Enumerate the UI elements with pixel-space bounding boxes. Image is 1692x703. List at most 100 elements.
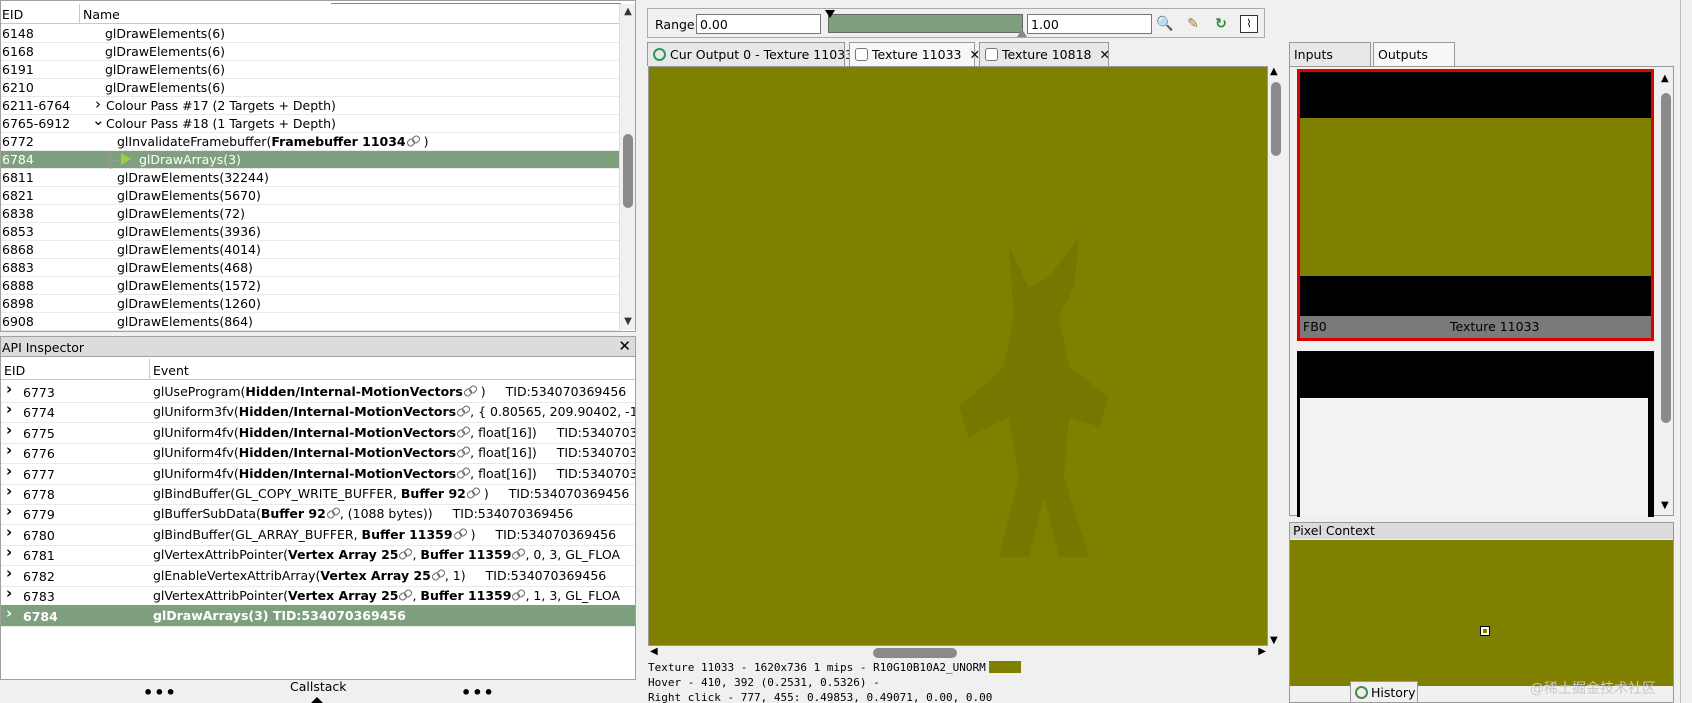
column-header-name[interactable]: Name — [83, 7, 120, 22]
event-row[interactable]: 6821 glDrawElements(5670) — [1, 187, 621, 205]
tab-outputs[interactable]: Outputs — [1373, 42, 1455, 66]
link-icon[interactable] — [456, 467, 470, 479]
pixel-context-view[interactable] — [1290, 540, 1673, 686]
resource-link[interactable]: Vertex Array 25 — [320, 568, 430, 583]
link-icon[interactable] — [456, 446, 470, 458]
texture-hscrollbar[interactable]: ◀ ▶ — [648, 646, 1268, 660]
link-icon[interactable] — [453, 528, 467, 540]
chevron-right-icon[interactable]: › — [6, 544, 12, 561]
event-row[interactable]: 6908 glDrawElements(864) — [1, 313, 621, 331]
event-row[interactable]: 6772 glInvalidateFramebuffer(Framebuffer … — [1, 133, 621, 151]
resource-link[interactable]: Buffer 11359 — [420, 588, 511, 603]
event-row[interactable]: 6868 glDrawElements(4014) — [1, 241, 621, 259]
api-call-row[interactable]: › 6781 glVertexAttribPointer(Vertex Array … — [1, 544, 635, 567]
event-row[interactable]: 6784 glDrawArrays(3) — [1, 151, 621, 169]
api-call-row[interactable]: › 6774 glUniform3fv(Hidden/Internal-Motion… — [1, 401, 635, 424]
link-icon[interactable] — [406, 135, 420, 147]
scrollbar-thumb[interactable] — [1271, 82, 1281, 156]
range-histogram-slider[interactable] — [825, 10, 1027, 37]
api-call-row[interactable]: › 6773 glUseProgram(Hidden/Internal-Motion… — [1, 381, 635, 403]
resource-link[interactable]: Hidden/Internal-MotionVectors — [239, 466, 456, 481]
link-icon[interactable] — [326, 507, 340, 519]
scroll-down-icon[interactable]: ▼ — [622, 316, 634, 328]
event-row[interactable]: 6765-6912 ⌄ Colour Pass #18 (1 Targets + D… — [1, 111, 621, 133]
scroll-up-icon[interactable]: ▲ — [622, 6, 634, 18]
column-separator[interactable] — [79, 4, 80, 24]
histogram-icon[interactable]: ⌇ — [1240, 15, 1258, 33]
scroll-down-icon[interactable]: ▼ — [1661, 500, 1669, 511]
link-icon[interactable] — [398, 548, 412, 560]
event-row[interactable]: 6148 glDrawElements(6) — [1, 25, 621, 43]
resource-link[interactable]: Buffer 92 — [401, 486, 466, 501]
chevron-right-icon[interactable]: › — [6, 401, 12, 418]
chevron-right-icon[interactable]: › — [6, 524, 12, 541]
link-icon[interactable] — [456, 405, 470, 417]
wand-icon[interactable]: ✎ — [1184, 15, 1202, 33]
history-button[interactable]: History — [1350, 681, 1418, 703]
scroll-down-icon[interactable]: ▼ — [1270, 635, 1278, 646]
event-row[interactable]: 6883 glDrawElements(468) — [1, 259, 621, 277]
chevron-right-icon[interactable]: › — [6, 422, 12, 439]
chevron-right-icon[interactable]: › — [6, 605, 12, 622]
scroll-left-icon[interactable]: ◀ — [650, 646, 658, 657]
resource-link[interactable]: Hidden/Internal-MotionVectors — [239, 425, 456, 440]
link-icon[interactable] — [398, 589, 412, 601]
range-max-input[interactable] — [1027, 14, 1152, 34]
resource-link[interactable]: Hidden/Internal-MotionVectors — [239, 404, 456, 419]
event-row[interactable]: 6888 glDrawElements(1572) — [1, 277, 621, 295]
chevron-right-icon[interactable]: › — [6, 381, 12, 398]
column-header-event[interactable]: Event — [153, 363, 189, 378]
range-min-input[interactable] — [696, 14, 821, 34]
tab-cur-output[interactable]: Cur Output 0 - Texture 11033 — [647, 42, 853, 66]
tab-texture-10818[interactable]: Texture 10818 ✕ — [979, 42, 1110, 66]
column-header-eid[interactable]: EID — [2, 7, 23, 22]
chevron-right-icon[interactable]: › — [6, 442, 12, 459]
splitter-handle-left[interactable]: ••• — [143, 683, 177, 702]
callstack-expand-icon[interactable] — [311, 697, 323, 703]
resource-link[interactable]: Vertex Array 25 — [288, 588, 398, 603]
texture-vscrollbar[interactable]: ▲ ▼ — [1268, 66, 1284, 646]
resource-link[interactable]: Buffer 11359 — [420, 547, 511, 562]
resource-link[interactable]: Hidden/Internal-MotionVectors — [245, 384, 462, 399]
event-row[interactable]: 6898 glDrawElements(1260) — [1, 295, 621, 313]
scrollbar-thumb[interactable] — [1661, 93, 1671, 423]
event-row[interactable]: 6168 glDrawElements(6) — [1, 43, 621, 61]
api-call-row[interactable]: › 6779 glBufferSubData(Buffer 92 , (1088 by… — [1, 503, 635, 526]
scroll-up-icon[interactable]: ▲ — [1270, 66, 1278, 77]
api-call-row[interactable]: › 6783 glVertexAttribPointer(Vertex Array … — [1, 585, 635, 607]
tab-inputs[interactable]: Inputs — [1289, 42, 1371, 66]
api-call-row[interactable]: › 6777 glUniform4fv(Hidden/Internal-Motion… — [1, 463, 635, 485]
texture-canvas[interactable] — [648, 66, 1268, 646]
io-scrollbar[interactable]: ▲ ▼ — [1659, 71, 1673, 511]
link-icon[interactable] — [466, 487, 480, 499]
scrollbar-thumb[interactable] — [873, 648, 957, 658]
api-call-row[interactable]: › 6784 glDrawArrays(3) TID:534070369456 — [1, 605, 635, 628]
chevron-right-icon[interactable]: › — [6, 585, 12, 602]
link-icon[interactable] — [456, 426, 470, 438]
zoom-icon[interactable]: 🔍 — [1156, 15, 1174, 33]
event-row[interactable]: 6853 glDrawElements(3936) — [1, 223, 621, 241]
tab-texture-11033[interactable]: Texture 11033 ✕ — [849, 42, 980, 66]
event-browser-scrollbar[interactable]: ▲ ▼ — [619, 4, 635, 330]
scroll-right-icon[interactable]: ▶ — [1258, 646, 1266, 657]
reset-range-icon[interactable]: ↻ — [1212, 15, 1230, 33]
chevron-right-icon[interactable]: › — [6, 483, 12, 500]
output-thumbnail-fb0[interactable]: FB0 Texture 11033 — [1297, 69, 1654, 341]
range-min-marker[interactable] — [825, 10, 835, 18]
link-icon[interactable] — [511, 548, 525, 560]
chevron-down-icon[interactable]: ⌄ — [92, 111, 105, 129]
range-max-marker[interactable] — [1017, 29, 1027, 37]
resource-link[interactable]: Hidden/Internal-MotionVectors — [239, 445, 456, 460]
close-tab-icon[interactable]: ✕ — [1100, 47, 1110, 62]
api-call-row[interactable]: › 6776 glUniform4fv(Hidden/Internal-Motion… — [1, 442, 635, 465]
api-call-row[interactable]: › 6775 glUniform4fv(Hidden/Internal-Motion… — [1, 422, 635, 444]
resource-link[interactable]: Buffer 92 — [261, 506, 326, 521]
splitter-handle-right[interactable]: ••• — [461, 683, 495, 702]
api-call-row[interactable]: › 6782 glEnableVertexAttribArray(Vertex Ar… — [1, 565, 635, 587]
callstack-label[interactable]: Callstack — [290, 679, 347, 694]
column-separator[interactable] — [149, 359, 150, 380]
event-row[interactable]: 6838 glDrawElements(72) — [1, 205, 621, 223]
chevron-right-icon[interactable]: › — [6, 565, 12, 582]
resource-link[interactable]: Vertex Array 25 — [288, 547, 398, 562]
output-thumbnail-depth[interactable] — [1297, 351, 1654, 517]
